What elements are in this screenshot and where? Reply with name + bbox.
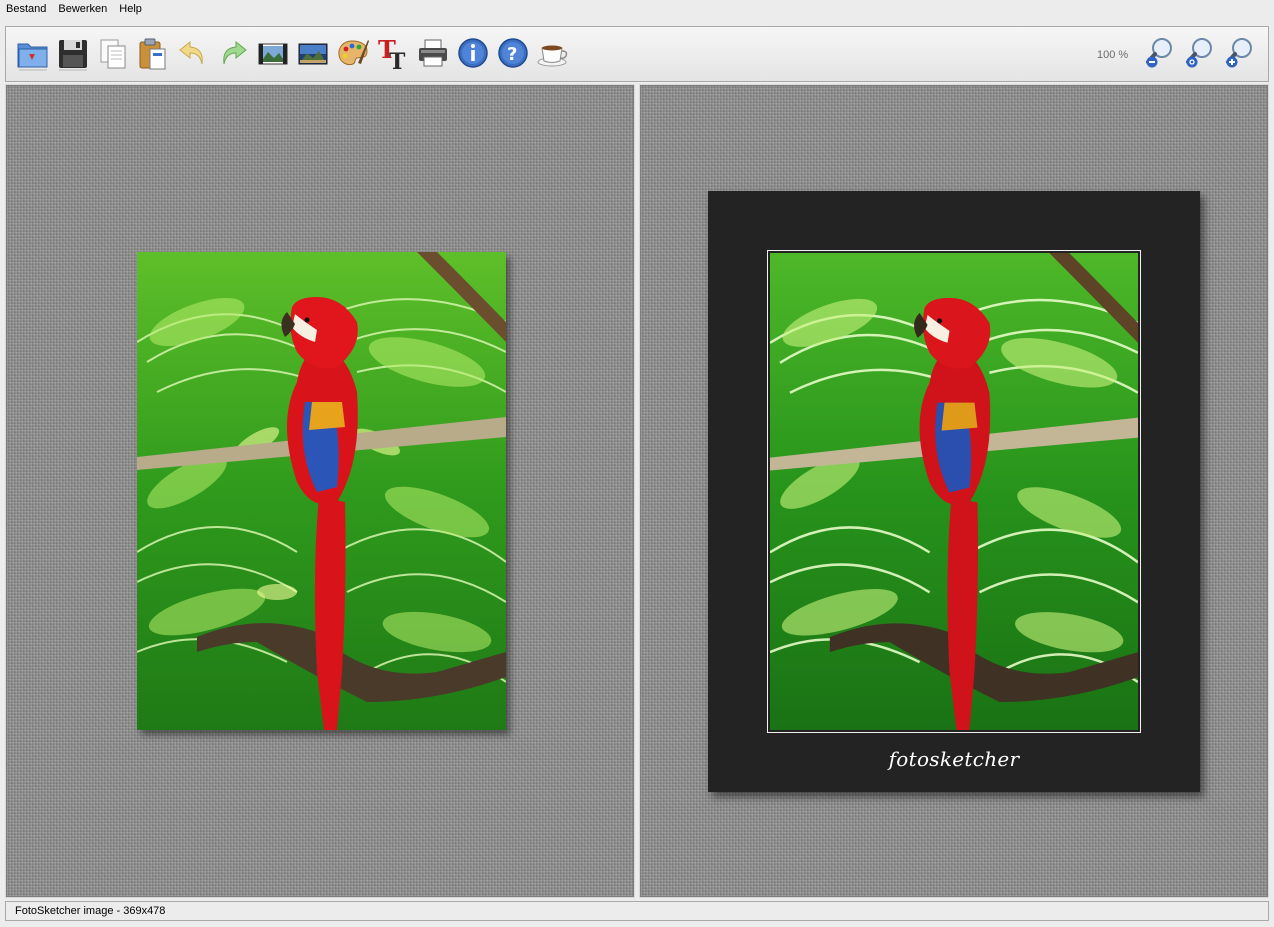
original-image-icon xyxy=(258,43,288,65)
save-icon xyxy=(59,40,87,71)
copy-button[interactable] xyxy=(95,36,131,74)
menu-bar: Bestand Bewerken Help xyxy=(0,0,1274,19)
undo-button[interactable] xyxy=(175,36,211,74)
palette-icon xyxy=(338,40,369,66)
status-text: FotoSketcher image - 369x478 xyxy=(15,905,166,917)
coffee-icon xyxy=(537,45,568,67)
paste-button[interactable] xyxy=(135,36,171,74)
status-bar: FotoSketcher image - 369x478 xyxy=(5,901,1269,921)
print-button[interactable] xyxy=(415,36,451,74)
landscape-image-icon xyxy=(298,43,328,65)
toolbar: T T ? 100 % xyxy=(5,26,1269,82)
text-icon: T T xyxy=(378,36,406,74)
sketched-parrot-photo xyxy=(769,253,1139,730)
landscape-image-button[interactable] xyxy=(295,36,331,74)
menu-bestand[interactable]: Bestand xyxy=(0,0,52,19)
print-icon xyxy=(419,39,447,67)
info-button[interactable] xyxy=(455,36,491,74)
paste-icon xyxy=(139,38,166,70)
text-button[interactable]: T T xyxy=(375,36,411,74)
zoom-out-icon xyxy=(1146,38,1172,68)
open-button[interactable] xyxy=(15,36,51,74)
coffee-button[interactable] xyxy=(535,36,571,74)
zoom-reset-icon xyxy=(1186,38,1212,68)
zoom-reset-button[interactable] xyxy=(1182,36,1218,74)
menu-help[interactable]: Help xyxy=(113,0,148,19)
svg-text:T: T xyxy=(389,49,406,74)
parrot-photo xyxy=(137,252,506,730)
palette-button[interactable] xyxy=(335,36,371,74)
zoom-level: 100 % xyxy=(1097,49,1129,61)
info-icon xyxy=(458,38,488,68)
sketch-preview-panel[interactable]: fotosketcher xyxy=(639,84,1269,898)
undo-icon xyxy=(179,40,203,65)
picture-mat: fotosketcher xyxy=(708,191,1200,792)
zoom-in-button[interactable] xyxy=(1222,36,1258,74)
original-image-button[interactable] xyxy=(255,36,291,74)
save-button[interactable] xyxy=(55,36,91,74)
redo-button[interactable] xyxy=(215,36,251,74)
copy-icon xyxy=(100,39,126,69)
original-image-panel[interactable] xyxy=(5,84,635,898)
svg-text:?: ? xyxy=(507,44,517,65)
zoom-in-icon xyxy=(1226,38,1252,68)
redo-icon xyxy=(223,40,247,65)
menu-bewerken[interactable]: Bewerken xyxy=(52,0,113,19)
original-photo xyxy=(137,252,506,730)
frame-caption: fotosketcher xyxy=(888,747,1020,771)
zoom-out-button[interactable] xyxy=(1142,36,1178,74)
open-icon xyxy=(17,43,48,71)
help-button[interactable]: ? xyxy=(495,36,531,74)
help-icon: ? xyxy=(498,38,528,68)
preview-photo xyxy=(767,250,1141,733)
